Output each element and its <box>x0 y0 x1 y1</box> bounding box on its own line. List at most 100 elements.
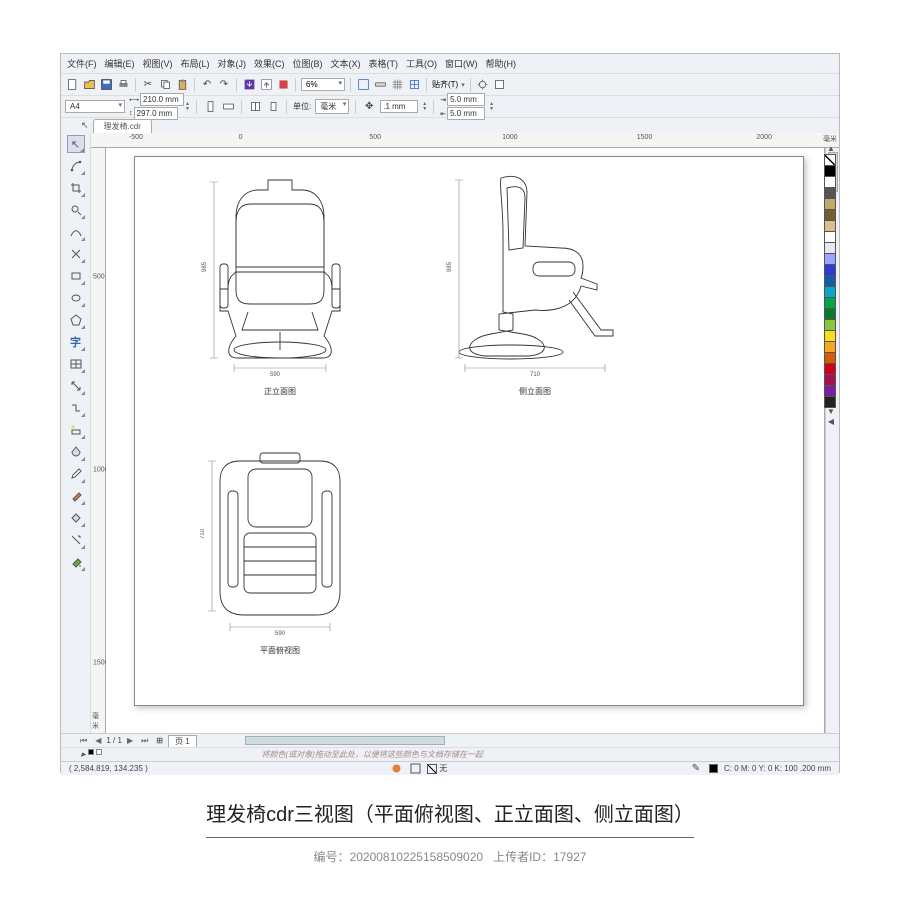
menu-edit[interactable]: 编辑(E) <box>105 57 135 70</box>
caption-uploader-label: 上传者ID： <box>493 850 553 864</box>
ellipse-tool[interactable] <box>67 289 85 307</box>
polygon-tool[interactable] <box>67 311 85 329</box>
open-icon[interactable] <box>82 78 96 92</box>
palette-fly-icon[interactable]: ◀ <box>824 417 838 427</box>
page-add-icon[interactable]: ⊞ <box>153 736 166 745</box>
page-width-input[interactable]: 210.0 mm <box>140 93 184 106</box>
import-icon[interactable] <box>242 78 256 92</box>
outline-tool[interactable] <box>67 531 85 549</box>
menu-window[interactable]: 窗口(W) <box>445 57 478 70</box>
horizontal-ruler[interactable]: -500 0 500 1000 1500 2000 毫米 <box>91 133 839 148</box>
show-guides-icon[interactable] <box>407 78 421 92</box>
menu-table[interactable]: 表格(T) <box>369 57 399 70</box>
drawing-top-view: 710 590 平面俯视图 <box>200 447 370 677</box>
landscape-icon[interactable] <box>221 100 235 114</box>
menu-help[interactable]: 帮助(H) <box>486 57 517 70</box>
coreldraw-window: 文件(F) 编辑(E) 视图(V) 布局(L) 对象(J) 效果(C) 位图(B… <box>60 53 840 773</box>
cut-icon[interactable]: ✂ <box>141 78 155 92</box>
palette-flyout-icon[interactable]: ▸ <box>81 749 102 760</box>
options-icon[interactable] <box>476 78 490 92</box>
transparency-tool[interactable] <box>67 443 85 461</box>
menu-effect[interactable]: 效果(C) <box>254 57 285 70</box>
text-tool[interactable]: 字 <box>67 333 85 351</box>
scrollbar-thumb-h[interactable] <box>245 736 445 745</box>
freehand-tool[interactable] <box>67 223 85 241</box>
nudge-spinner[interactable]: ▲▼ <box>422 102 427 112</box>
outline-pen-icon[interactable]: ✎ <box>689 762 703 776</box>
status-bar: ( 2,584.819, 134.235 ) 无 ✎ C: 0 M: 0 Y: … <box>61 761 839 775</box>
menu-text[interactable]: 文本(X) <box>331 57 361 70</box>
interactive-tool[interactable] <box>67 421 85 439</box>
fullscreen-icon[interactable] <box>356 78 370 92</box>
status-outline-swatch[interactable] <box>709 764 718 773</box>
vertical-ruler[interactable]: 500 1000 1500 毫米 <box>91 148 106 733</box>
copy-icon[interactable] <box>158 78 172 92</box>
menu-view[interactable]: 视图(V) <box>143 57 173 70</box>
status-fill-none[interactable]: 无 <box>427 763 447 774</box>
standard-toolbar: ✂ ↶ ↷ 6% 贴齐(T)▾ <box>61 73 839 95</box>
show-rulers-icon[interactable] <box>373 78 387 92</box>
zoom-select[interactable]: 6% <box>301 78 345 91</box>
svg-text:710: 710 <box>200 528 206 539</box>
page-size-select[interactable]: A4 <box>65 100 125 113</box>
page-first-icon[interactable]: ⏮ <box>77 736 90 746</box>
connector-tool[interactable] <box>67 399 85 417</box>
palette-up-icon[interactable]: ▲ <box>824 144 838 154</box>
duplicate-y-input[interactable]: 5.0 mm <box>447 107 485 120</box>
pick-tool[interactable]: ↖ <box>67 135 85 153</box>
duplicate-spinner[interactable]: ▲▼ <box>489 102 494 112</box>
dimension-tool[interactable] <box>67 377 85 395</box>
status-object-icon[interactable] <box>408 762 422 776</box>
paste-icon[interactable] <box>175 78 189 92</box>
page-next-icon[interactable]: ▶ <box>124 736 136 745</box>
color-palette: ▲ ▼ ◀ <box>824 144 838 427</box>
menu-bitmap[interactable]: 位图(B) <box>293 57 323 70</box>
table-tool[interactable] <box>67 355 85 373</box>
publish-icon[interactable] <box>276 78 290 92</box>
print-icon[interactable] <box>116 78 130 92</box>
image-caption: 理发椅cdr三视图（平面俯视图、正立面图、侧立面图） 编号：2020081022… <box>0 798 900 865</box>
rectangle-tool[interactable] <box>67 267 85 285</box>
page-prev-icon[interactable]: ◀ <box>92 736 104 745</box>
nudge-input[interactable]: .1 mm <box>380 100 418 113</box>
artistic-media-tool[interactable] <box>67 245 85 263</box>
eyedropper-tool[interactable] <box>67 465 85 483</box>
palette-down-icon[interactable]: ▼ <box>824 407 838 417</box>
fill-tool[interactable] <box>67 553 85 571</box>
smart-fill-tool[interactable] <box>67 509 85 527</box>
show-grid-icon[interactable] <box>390 78 404 92</box>
document-tab[interactable]: 理发椅.cdr <box>93 119 152 133</box>
current-page-icon[interactable] <box>266 100 280 114</box>
interactive-fill-tool[interactable] <box>67 487 85 505</box>
status-color-icon[interactable] <box>389 762 403 776</box>
dims-spinner[interactable]: ▲▼ <box>185 102 190 112</box>
menu-file[interactable]: 文件(F) <box>67 57 97 70</box>
menu-tools[interactable]: 工具(O) <box>406 57 437 70</box>
pick-cursor-icon: ↖ <box>81 120 89 131</box>
svg-text:侧立面图: 侧立面图 <box>519 386 551 396</box>
palette-swatch[interactable] <box>824 154 836 166</box>
page-last-icon[interactable]: ⏭ <box>138 736 151 746</box>
undo-icon[interactable]: ↶ <box>200 78 214 92</box>
crop-tool[interactable] <box>67 179 85 197</box>
redo-icon[interactable]: ↷ <box>217 78 231 92</box>
canvas-viewport[interactable]: 985 590 正立面图 <box>106 148 825 733</box>
page-dims-group: ⟷210.0 mm ↕297.0 mm ▲▼ <box>129 93 190 120</box>
menu-layout[interactable]: 布局(L) <box>181 57 210 70</box>
units-select[interactable]: 毫米 <box>315 99 349 114</box>
all-pages-icon[interactable] <box>248 100 262 114</box>
menu-object[interactable]: 对象(J) <box>218 57 247 70</box>
save-icon[interactable] <box>99 78 113 92</box>
new-icon[interactable] <box>65 78 79 92</box>
launch-icon[interactable] <box>493 78 507 92</box>
svg-text:985: 985 <box>447 261 453 272</box>
zoom-tool[interactable] <box>67 201 85 219</box>
duplicate-x-input[interactable]: 5.0 mm <box>447 93 485 106</box>
page-tab[interactable]: 页 1 <box>168 735 197 747</box>
svg-text:590: 590 <box>270 372 281 378</box>
snap-to-button[interactable]: 贴齐(T) <box>432 79 458 90</box>
horizontal-scrollbar[interactable] <box>241 733 839 747</box>
portrait-icon[interactable] <box>203 100 217 114</box>
export-icon[interactable] <box>259 78 273 92</box>
shape-tool[interactable] <box>67 157 85 175</box>
